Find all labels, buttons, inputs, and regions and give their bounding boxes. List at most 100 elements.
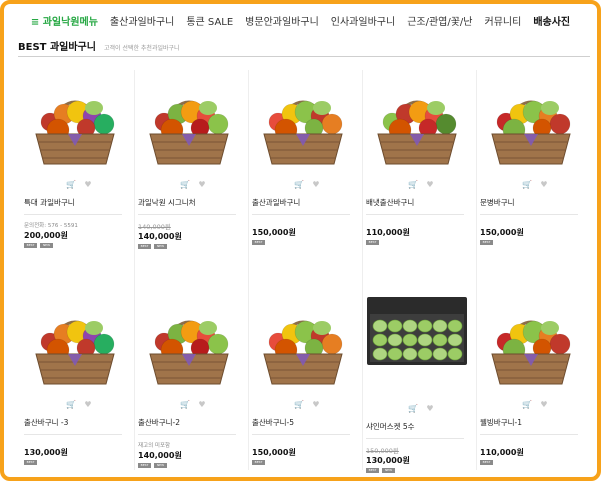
- cart-icon[interactable]: 🛒: [522, 400, 532, 412]
- product-name[interactable]: 배냇출산바구니: [366, 197, 476, 207]
- product-image[interactable]: [252, 72, 354, 174]
- product-name[interactable]: 출산바구니 -3: [24, 417, 134, 427]
- cart-icon[interactable]: 🛒: [180, 400, 190, 412]
- product-card[interactable]: 🛒 ♥ 특대 과일바구니 문의전화: 576 - 5591 200,000원 BEST NE…: [24, 72, 134, 249]
- nav-community[interactable]: 커뮤니티: [479, 13, 528, 28]
- product-image[interactable]: [24, 292, 126, 394]
- product-image[interactable]: [252, 292, 354, 394]
- cart-icon[interactable]: 🛒: [294, 180, 304, 192]
- product-badges: BEST: [24, 460, 134, 466]
- product-card[interactable]: 🛒 ♥ 웰빙바구니-1 110,000원 BEST: [480, 292, 590, 466]
- product-price: 130,000원: [366, 456, 410, 465]
- cart-icon[interactable]: 🛒: [294, 400, 304, 412]
- product-image[interactable]: [138, 292, 240, 394]
- heart-icon[interactable]: ♥: [198, 180, 205, 192]
- product-badge: BEST: [138, 463, 151, 468]
- nav-greeting-basket[interactable]: 인사과일바구니: [325, 13, 401, 28]
- cart-icon[interactable]: 🛒: [408, 404, 418, 416]
- nav-birth-basket[interactable]: 출산과일바구니: [104, 13, 180, 28]
- product-actions: 🛒 ♥: [138, 180, 248, 192]
- heart-icon[interactable]: ♥: [426, 180, 433, 192]
- section-subtitle: 고객이 선택한 추천과일바구니: [103, 45, 180, 52]
- product-divider: [138, 214, 236, 215]
- product-old-price: 150,000원: [366, 447, 399, 455]
- product-price: 150,000원: [252, 448, 296, 457]
- product-note: 재고의 미포함: [138, 443, 171, 449]
- product-spacer: [24, 435, 134, 445]
- heart-icon[interactable]: ♥: [540, 400, 547, 412]
- nav-menu-all[interactable]: ≡ 과일낙원메뉴: [25, 13, 104, 28]
- product-badge: BEST: [138, 244, 151, 249]
- product-card[interactable]: 🛒 ♥ 배냇출산바구니 110,000원 BEST: [366, 72, 476, 246]
- product-card[interactable]: 🛒 ♥ 출산바구니-5 150,000원 BEST: [252, 292, 362, 466]
- product-badge: NEW: [382, 468, 395, 473]
- product-name[interactable]: 출산바구니-2: [138, 417, 248, 427]
- product-spacer: [480, 215, 590, 225]
- cart-icon[interactable]: 🛒: [66, 180, 76, 192]
- product-actions: 🛒 ♥: [24, 180, 134, 192]
- product-name[interactable]: 문병바구니: [480, 197, 590, 207]
- product-badge: BEST: [366, 468, 379, 473]
- product-image[interactable]: [480, 72, 582, 174]
- product-card[interactable]: 🛒 ♥ 문병바구니 150,000원 BEST: [480, 72, 590, 246]
- nav-flowers[interactable]: 근조/관엽/꽃/난: [401, 13, 478, 28]
- product-actions: 🛒 ♥: [480, 180, 590, 192]
- heart-icon[interactable]: ♥: [312, 180, 319, 192]
- product-image[interactable]: [24, 72, 126, 174]
- product-badges: BEST: [366, 240, 476, 246]
- product-name[interactable]: 특대 과일바구니: [24, 197, 134, 207]
- product-note: 문의전화: 576 - 5591: [24, 223, 78, 229]
- product-name[interactable]: 출산과일바구니: [252, 197, 362, 207]
- product-actions: 🛒 ♥: [366, 180, 476, 192]
- product-card[interactable]: 🛒 ♥ 출산바구니-2 재고의 미포함 140,000원 BEST NEW: [138, 292, 248, 469]
- heart-icon[interactable]: ♥: [198, 400, 205, 412]
- product-badges: BEST: [480, 460, 590, 466]
- heart-icon[interactable]: ♥: [84, 400, 91, 412]
- product-badges: BEST NEW: [366, 468, 476, 474]
- cart-icon[interactable]: 🛒: [522, 180, 532, 192]
- nav-big-sale[interactable]: 통큰 SALE: [180, 13, 239, 28]
- product-card[interactable]: 🛒 ♥ 과일낙원 시그니처 140,000원 140,000원 BEST NEW: [138, 72, 248, 250]
- nav-delivery-photos[interactable]: 배송사진: [527, 13, 576, 28]
- product-card[interactable]: 🛒 ♥ 출산바구니 -3 130,000원 BEST: [24, 292, 134, 466]
- product-name[interactable]: 샤인머스켓 5수: [366, 421, 476, 431]
- product-card[interactable]: 🛒 ♥ 샤인머스켓 5수 150,000원 130,000원 BEST NEW: [366, 292, 476, 474]
- heart-icon[interactable]: ♥: [426, 404, 433, 416]
- product-spacer: [480, 435, 590, 445]
- product-actions: 🛒 ♥: [252, 400, 362, 412]
- column-divider: [476, 70, 477, 470]
- product-divider: [138, 434, 236, 435]
- page-frame: ≡ 과일낙원메뉴 출산과일바구니 통큰 SALE 병문안과일바구니 인사과일바구…: [0, 0, 601, 481]
- heart-icon[interactable]: ♥: [312, 400, 319, 412]
- product-actions: 🛒 ♥: [252, 180, 362, 192]
- product-image[interactable]: [366, 72, 468, 174]
- section-title: BEST 과일바구니: [18, 42, 96, 53]
- product-badge: NEW: [40, 243, 53, 248]
- product-badges: BEST: [252, 460, 362, 466]
- heart-icon[interactable]: ♥: [540, 180, 547, 192]
- product-card[interactable]: 🛒 ♥ 출산과일바구니 150,000원 BEST: [252, 72, 362, 246]
- product-name[interactable]: 웰빙바구니-1: [480, 417, 590, 427]
- product-image[interactable]: [480, 292, 582, 394]
- product-divider: [366, 438, 464, 439]
- heart-icon[interactable]: ♥: [84, 180, 91, 192]
- product-badges: BEST NEW: [138, 463, 248, 469]
- product-price: 150,000원: [480, 228, 524, 237]
- product-image[interactable]: [138, 72, 240, 174]
- product-spacer: [252, 215, 362, 225]
- product-name[interactable]: 출산바구니-5: [252, 417, 362, 427]
- product-image[interactable]: [366, 296, 468, 398]
- product-badges: BEST NEW: [24, 243, 134, 249]
- cart-icon[interactable]: 🛒: [180, 180, 190, 192]
- section-header: BEST 과일바구니 고객이 선택한 추천과일바구니: [18, 38, 590, 54]
- product-actions: 🛒 ♥: [366, 404, 476, 416]
- cart-icon[interactable]: 🛒: [66, 400, 76, 412]
- product-name[interactable]: 과일낙원 시그니처: [138, 197, 248, 207]
- column-divider: [248, 70, 249, 470]
- product-badge: BEST: [24, 243, 37, 248]
- cart-icon[interactable]: 🛒: [408, 180, 418, 192]
- nav-visit-basket[interactable]: 병문안과일바구니: [239, 13, 325, 28]
- product-badges: BEST: [252, 240, 362, 246]
- product-actions: 🛒 ♥: [138, 400, 248, 412]
- top-navigation: ≡ 과일낙원메뉴 출산과일바구니 통큰 SALE 병문안과일바구니 인사과일바구…: [4, 8, 597, 32]
